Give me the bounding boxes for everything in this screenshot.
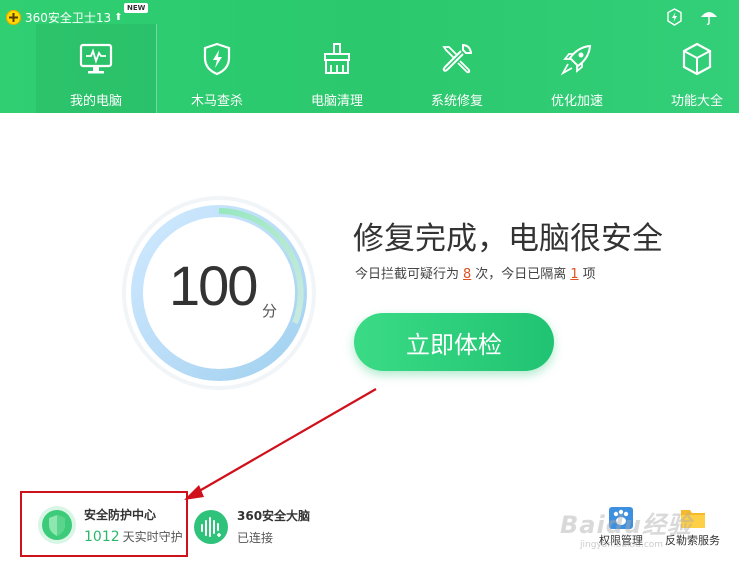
tab-all-features[interactable]: 功能大全	[637, 24, 739, 113]
security-brain-status: 已连接	[237, 531, 274, 545]
tab-label: 我的电脑	[69, 94, 122, 109]
broom-icon	[321, 40, 353, 78]
app-name: 360安全卫士13	[25, 10, 112, 25]
check-now-button[interactable]: 立即体检	[354, 313, 554, 371]
isolated-count-link[interactable]: 1	[570, 267, 578, 282]
top-header: 360安全卫士13 ⬆ NEW 我的电脑 木马查杀 电脑清理 系统修复 优化加速…	[0, 0, 739, 113]
status-text-pre: 今日拦截可疑行为	[355, 267, 460, 282]
tab-trojan-scan[interactable]: 木马查杀	[157, 24, 277, 113]
guard-days-suffix: 天实时守护	[122, 529, 183, 544]
security-center-days: 1012 天实时守护	[84, 528, 183, 545]
upgrade-icon[interactable]: ⬆	[114, 12, 122, 23]
blocked-count-link[interactable]: 8	[463, 267, 471, 282]
new-badge: NEW	[124, 3, 149, 13]
security-center[interactable]: 安全防护中心 1012 天实时守护	[36, 504, 183, 546]
tab-label: 功能大全	[670, 94, 723, 109]
security-brain-title: 360安全大脑	[237, 509, 311, 523]
status-summary: 今日拦截可疑行为 8 次，今日已隔离 1 项	[355, 263, 596, 282]
tab-pc-cleanup[interactable]: 电脑清理	[277, 24, 397, 113]
tab-label: 系统修复	[430, 94, 483, 109]
security-center-title: 安全防护中心	[84, 507, 157, 522]
score-value: 100	[169, 254, 258, 317]
guard-days-value: 1012	[84, 528, 120, 545]
tab-my-computer[interactable]: 我的电脑	[36, 24, 157, 113]
tab-label: 优化加速	[550, 94, 603, 109]
watermark-sub: jingyan.baidu.com	[580, 540, 664, 550]
tab-label: 木马查杀	[190, 94, 243, 109]
status-text-post: 项	[582, 267, 596, 282]
green-shield-icon	[36, 504, 78, 546]
tab-label: 电脑清理	[310, 94, 363, 109]
cube-icon	[681, 40, 713, 78]
wrench-icon	[440, 40, 474, 78]
main-nav: 我的电脑 木马查杀 电脑清理 系统修复 优化加速 功能大全	[36, 24, 739, 113]
tab-system-repair[interactable]: 系统修复	[397, 24, 517, 113]
score-unit: 分	[262, 302, 278, 320]
tab-optimize-speedup[interactable]: 优化加速	[517, 24, 637, 113]
status-text-mid: 次，今日已隔离	[475, 267, 567, 282]
rocket-icon	[560, 40, 594, 78]
monitor-icon	[79, 40, 113, 78]
security-brain-text: 360安全大脑 已连接	[237, 507, 310, 546]
status-title: 修复完成，电脑很安全	[353, 221, 663, 257]
app-logo-icon	[6, 9, 21, 25]
shield-bolt-icon	[202, 40, 232, 78]
security-brain[interactable]: 360安全大脑 已连接	[193, 507, 310, 546]
brain-wave-icon	[193, 509, 229, 545]
security-center-text: 安全防护中心 1012 天实时守护	[84, 506, 183, 545]
watermark: Baidu经验	[560, 511, 692, 539]
